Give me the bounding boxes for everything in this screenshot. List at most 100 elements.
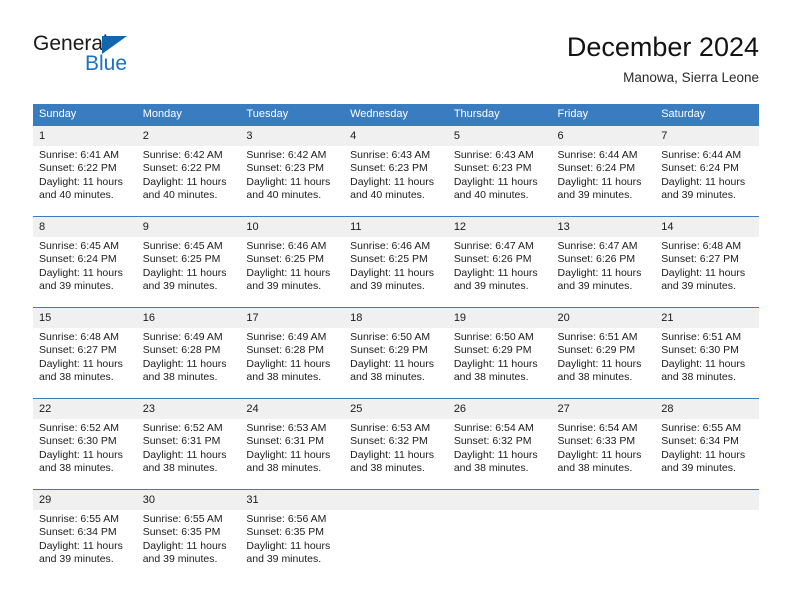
calendar-day-cell[interactable]: 30 Sunrise: 6:55 AM Sunset: 6:35 PM Dayl… xyxy=(136,489,241,580)
daylight-text-line2: and 39 minutes. xyxy=(350,280,425,293)
calendar-day-cell[interactable]: 7 Sunrise: 6:44 AM Sunset: 6:24 PM Dayli… xyxy=(655,126,759,217)
sunset-text: Sunset: 6:29 PM xyxy=(350,344,428,357)
day-number: 12 xyxy=(447,217,552,237)
day-number: 27 xyxy=(551,399,656,419)
daylight-text-line2: and 39 minutes. xyxy=(246,280,322,293)
calendar-day-cell[interactable]: 26 Sunrise: 6:54 AM Sunset: 6:32 PM Dayl… xyxy=(447,398,552,490)
sunset-text: Sunset: 6:30 PM xyxy=(661,344,739,357)
calendar-day-cell[interactable]: 18 Sunrise: 6:50 AM Sunset: 6:29 PM Dayl… xyxy=(344,307,448,399)
day-number: 6 xyxy=(551,126,656,146)
day-details xyxy=(655,510,759,513)
daylight-text-line1: Daylight: 11 hours xyxy=(142,175,227,188)
daylight-text-line2: and 40 minutes. xyxy=(39,189,114,202)
sunset-text: Sunset: 6:28 PM xyxy=(142,344,221,357)
daylight-text-line2: and 39 minutes. xyxy=(557,189,633,202)
calendar-day-cell[interactable]: 31 Sunrise: 6:56 AM Sunset: 6:35 PM Dayl… xyxy=(240,489,345,580)
day-number: 13 xyxy=(551,217,656,237)
daylight-text-line1: Daylight: 11 hours xyxy=(350,175,434,188)
calendar-day-cell[interactable]: 1 Sunrise: 6:41 AM Sunset: 6:22 PM Dayli… xyxy=(33,126,137,217)
sunset-text: Sunset: 6:32 PM xyxy=(453,435,532,448)
calendar-day-cell[interactable]: 14 Sunrise: 6:48 AM Sunset: 6:27 PM Dayl… xyxy=(655,216,759,308)
sunrise-text: Sunrise: 6:42 AM xyxy=(246,149,327,161)
weekday-header-friday: Friday xyxy=(551,104,656,126)
calendar-day-cell[interactable]: 24 Sunrise: 6:53 AM Sunset: 6:31 PM Dayl… xyxy=(240,398,345,490)
calendar-day-cell[interactable]: 2 Sunrise: 6:42 AM Sunset: 6:22 PM Dayli… xyxy=(136,126,241,217)
sunset-text: Sunset: 6:22 PM xyxy=(142,162,221,175)
daylight-text-line2: and 39 minutes. xyxy=(453,280,529,293)
daylight-text-line1: Daylight: 11 hours xyxy=(39,539,123,552)
daylight-text-line2: and 38 minutes. xyxy=(453,462,529,475)
sunset-text: Sunset: 6:23 PM xyxy=(350,162,428,175)
daylight-text-line2: and 38 minutes. xyxy=(246,462,322,475)
sunset-text: Sunset: 6:24 PM xyxy=(39,253,117,266)
day-number: 3 xyxy=(240,126,345,146)
day-number: 25 xyxy=(344,399,448,419)
calendar-day-cell[interactable]: 16 Sunrise: 6:49 AM Sunset: 6:28 PM Dayl… xyxy=(136,307,241,399)
day-number: 20 xyxy=(551,308,656,328)
calendar-day-cell[interactable]: 21 Sunrise: 6:51 AM Sunset: 6:30 PM Dayl… xyxy=(655,307,759,399)
calendar-day-cell[interactable]: 4 Sunrise: 6:43 AM Sunset: 6:23 PM Dayli… xyxy=(344,126,448,217)
calendar-day-cell[interactable]: 6 Sunrise: 6:44 AM Sunset: 6:24 PM Dayli… xyxy=(551,126,656,217)
calendar-day-cell[interactable]: 9 Sunrise: 6:45 AM Sunset: 6:25 PM Dayli… xyxy=(136,216,241,308)
calendar-day-cell[interactable]: 5 Sunrise: 6:43 AM Sunset: 6:23 PM Dayli… xyxy=(447,126,552,217)
sunrise-text: Sunrise: 6:56 AM xyxy=(246,513,327,525)
sunrise-text: Sunrise: 6:53 AM xyxy=(350,422,431,434)
calendar-day-cell[interactable]: 23 Sunrise: 6:52 AM Sunset: 6:31 PM Dayl… xyxy=(136,398,241,490)
calendar-day-cell[interactable]: 10 Sunrise: 6:46 AM Sunset: 6:25 PM Dayl… xyxy=(240,216,345,308)
daylight-text-line1: Daylight: 11 hours xyxy=(142,266,227,279)
calendar-day-cell-empty xyxy=(655,489,759,580)
calendar-day-cell[interactable]: 11 Sunrise: 6:46 AM Sunset: 6:25 PM Dayl… xyxy=(344,216,448,308)
daylight-text-line2: and 39 minutes. xyxy=(661,462,736,475)
daylight-text-line1: Daylight: 11 hours xyxy=(350,266,434,279)
daylight-text-line2: and 38 minutes. xyxy=(39,371,114,384)
calendar-week-row: 15 Sunrise: 6:48 AM Sunset: 6:27 PM Dayl… xyxy=(33,307,759,399)
calendar-day-cell[interactable]: 25 Sunrise: 6:53 AM Sunset: 6:32 PM Dayl… xyxy=(344,398,448,490)
sunrise-text: Sunrise: 6:53 AM xyxy=(246,422,327,434)
daylight-text-line2: and 38 minutes. xyxy=(246,371,322,384)
calendar-day-cell[interactable]: 8 Sunrise: 6:45 AM Sunset: 6:24 PM Dayli… xyxy=(33,216,137,308)
day-number: 24 xyxy=(240,399,345,419)
calendar-day-cell[interactable]: 28 Sunrise: 6:55 AM Sunset: 6:34 PM Dayl… xyxy=(655,398,759,490)
sunrise-text: Sunrise: 6:51 AM xyxy=(557,331,638,343)
calendar-day-cell[interactable]: 3 Sunrise: 6:42 AM Sunset: 6:23 PM Dayli… xyxy=(240,126,345,217)
sunrise-text: Sunrise: 6:46 AM xyxy=(246,240,327,252)
calendar-day-cell[interactable]: 29 Sunrise: 6:55 AM Sunset: 6:34 PM Dayl… xyxy=(33,489,137,580)
sunrise-text: Sunrise: 6:48 AM xyxy=(661,240,742,252)
calendar-day-cell[interactable]: 15 Sunrise: 6:48 AM Sunset: 6:27 PM Dayl… xyxy=(33,307,137,399)
day-details: Sunrise: 6:45 AM Sunset: 6:24 PM Dayligh… xyxy=(33,237,137,294)
daylight-text-line1: Daylight: 11 hours xyxy=(246,448,331,461)
day-number: 14 xyxy=(655,217,759,237)
calendar-day-cell[interactable]: 27 Sunrise: 6:54 AM Sunset: 6:33 PM Dayl… xyxy=(551,398,656,490)
day-details: Sunrise: 6:52 AM Sunset: 6:31 PM Dayligh… xyxy=(137,419,241,476)
calendar-week-row: 22 Sunrise: 6:52 AM Sunset: 6:30 PM Dayl… xyxy=(33,398,759,490)
sunrise-text: Sunrise: 6:50 AM xyxy=(350,331,431,343)
calendar-day-cell-empty xyxy=(344,489,448,580)
calendar-table: Sunday Monday Tuesday Wednesday Thursday… xyxy=(33,104,759,580)
calendar-day-cell[interactable]: 20 Sunrise: 6:51 AM Sunset: 6:29 PM Dayl… xyxy=(551,307,656,399)
sunrise-text: Sunrise: 6:49 AM xyxy=(142,331,223,343)
sunrise-text: Sunrise: 6:47 AM xyxy=(453,240,534,252)
brand-logo[interactable]: General Blue xyxy=(33,32,213,88)
calendar-day-cell[interactable]: 17 Sunrise: 6:49 AM Sunset: 6:28 PM Dayl… xyxy=(240,307,345,399)
daylight-text-line1: Daylight: 11 hours xyxy=(39,357,123,370)
daylight-text-line2: and 40 minutes. xyxy=(246,189,322,202)
calendar-day-cell[interactable]: 22 Sunrise: 6:52 AM Sunset: 6:30 PM Dayl… xyxy=(33,398,137,490)
day-number: 8 xyxy=(33,217,137,237)
sunset-text: Sunset: 6:28 PM xyxy=(246,344,325,357)
daylight-text-line2: and 38 minutes. xyxy=(142,371,218,384)
day-details: Sunrise: 6:43 AM Sunset: 6:23 PM Dayligh… xyxy=(448,146,552,203)
daylight-text-line1: Daylight: 11 hours xyxy=(661,357,746,370)
sunset-text: Sunset: 6:32 PM xyxy=(350,435,428,448)
calendar-day-cell[interactable]: 13 Sunrise: 6:47 AM Sunset: 6:26 PM Dayl… xyxy=(551,216,656,308)
daylight-text-line1: Daylight: 11 hours xyxy=(39,266,123,279)
day-details xyxy=(344,510,448,513)
calendar-page: General Blue December 2024 Manowa, Sierr… xyxy=(0,0,792,612)
sunrise-text: Sunrise: 6:49 AM xyxy=(246,331,327,343)
day-details: Sunrise: 6:54 AM Sunset: 6:32 PM Dayligh… xyxy=(448,419,552,476)
calendar-day-cell[interactable]: 19 Sunrise: 6:50 AM Sunset: 6:29 PM Dayl… xyxy=(447,307,552,399)
day-details: Sunrise: 6:55 AM Sunset: 6:34 PM Dayligh… xyxy=(655,419,759,476)
daylight-text-line2: and 39 minutes. xyxy=(661,280,736,293)
daylight-text-line2: and 38 minutes. xyxy=(142,462,218,475)
calendar-day-cell[interactable]: 12 Sunrise: 6:47 AM Sunset: 6:26 PM Dayl… xyxy=(447,216,552,308)
day-details: Sunrise: 6:44 AM Sunset: 6:24 PM Dayligh… xyxy=(552,146,656,203)
